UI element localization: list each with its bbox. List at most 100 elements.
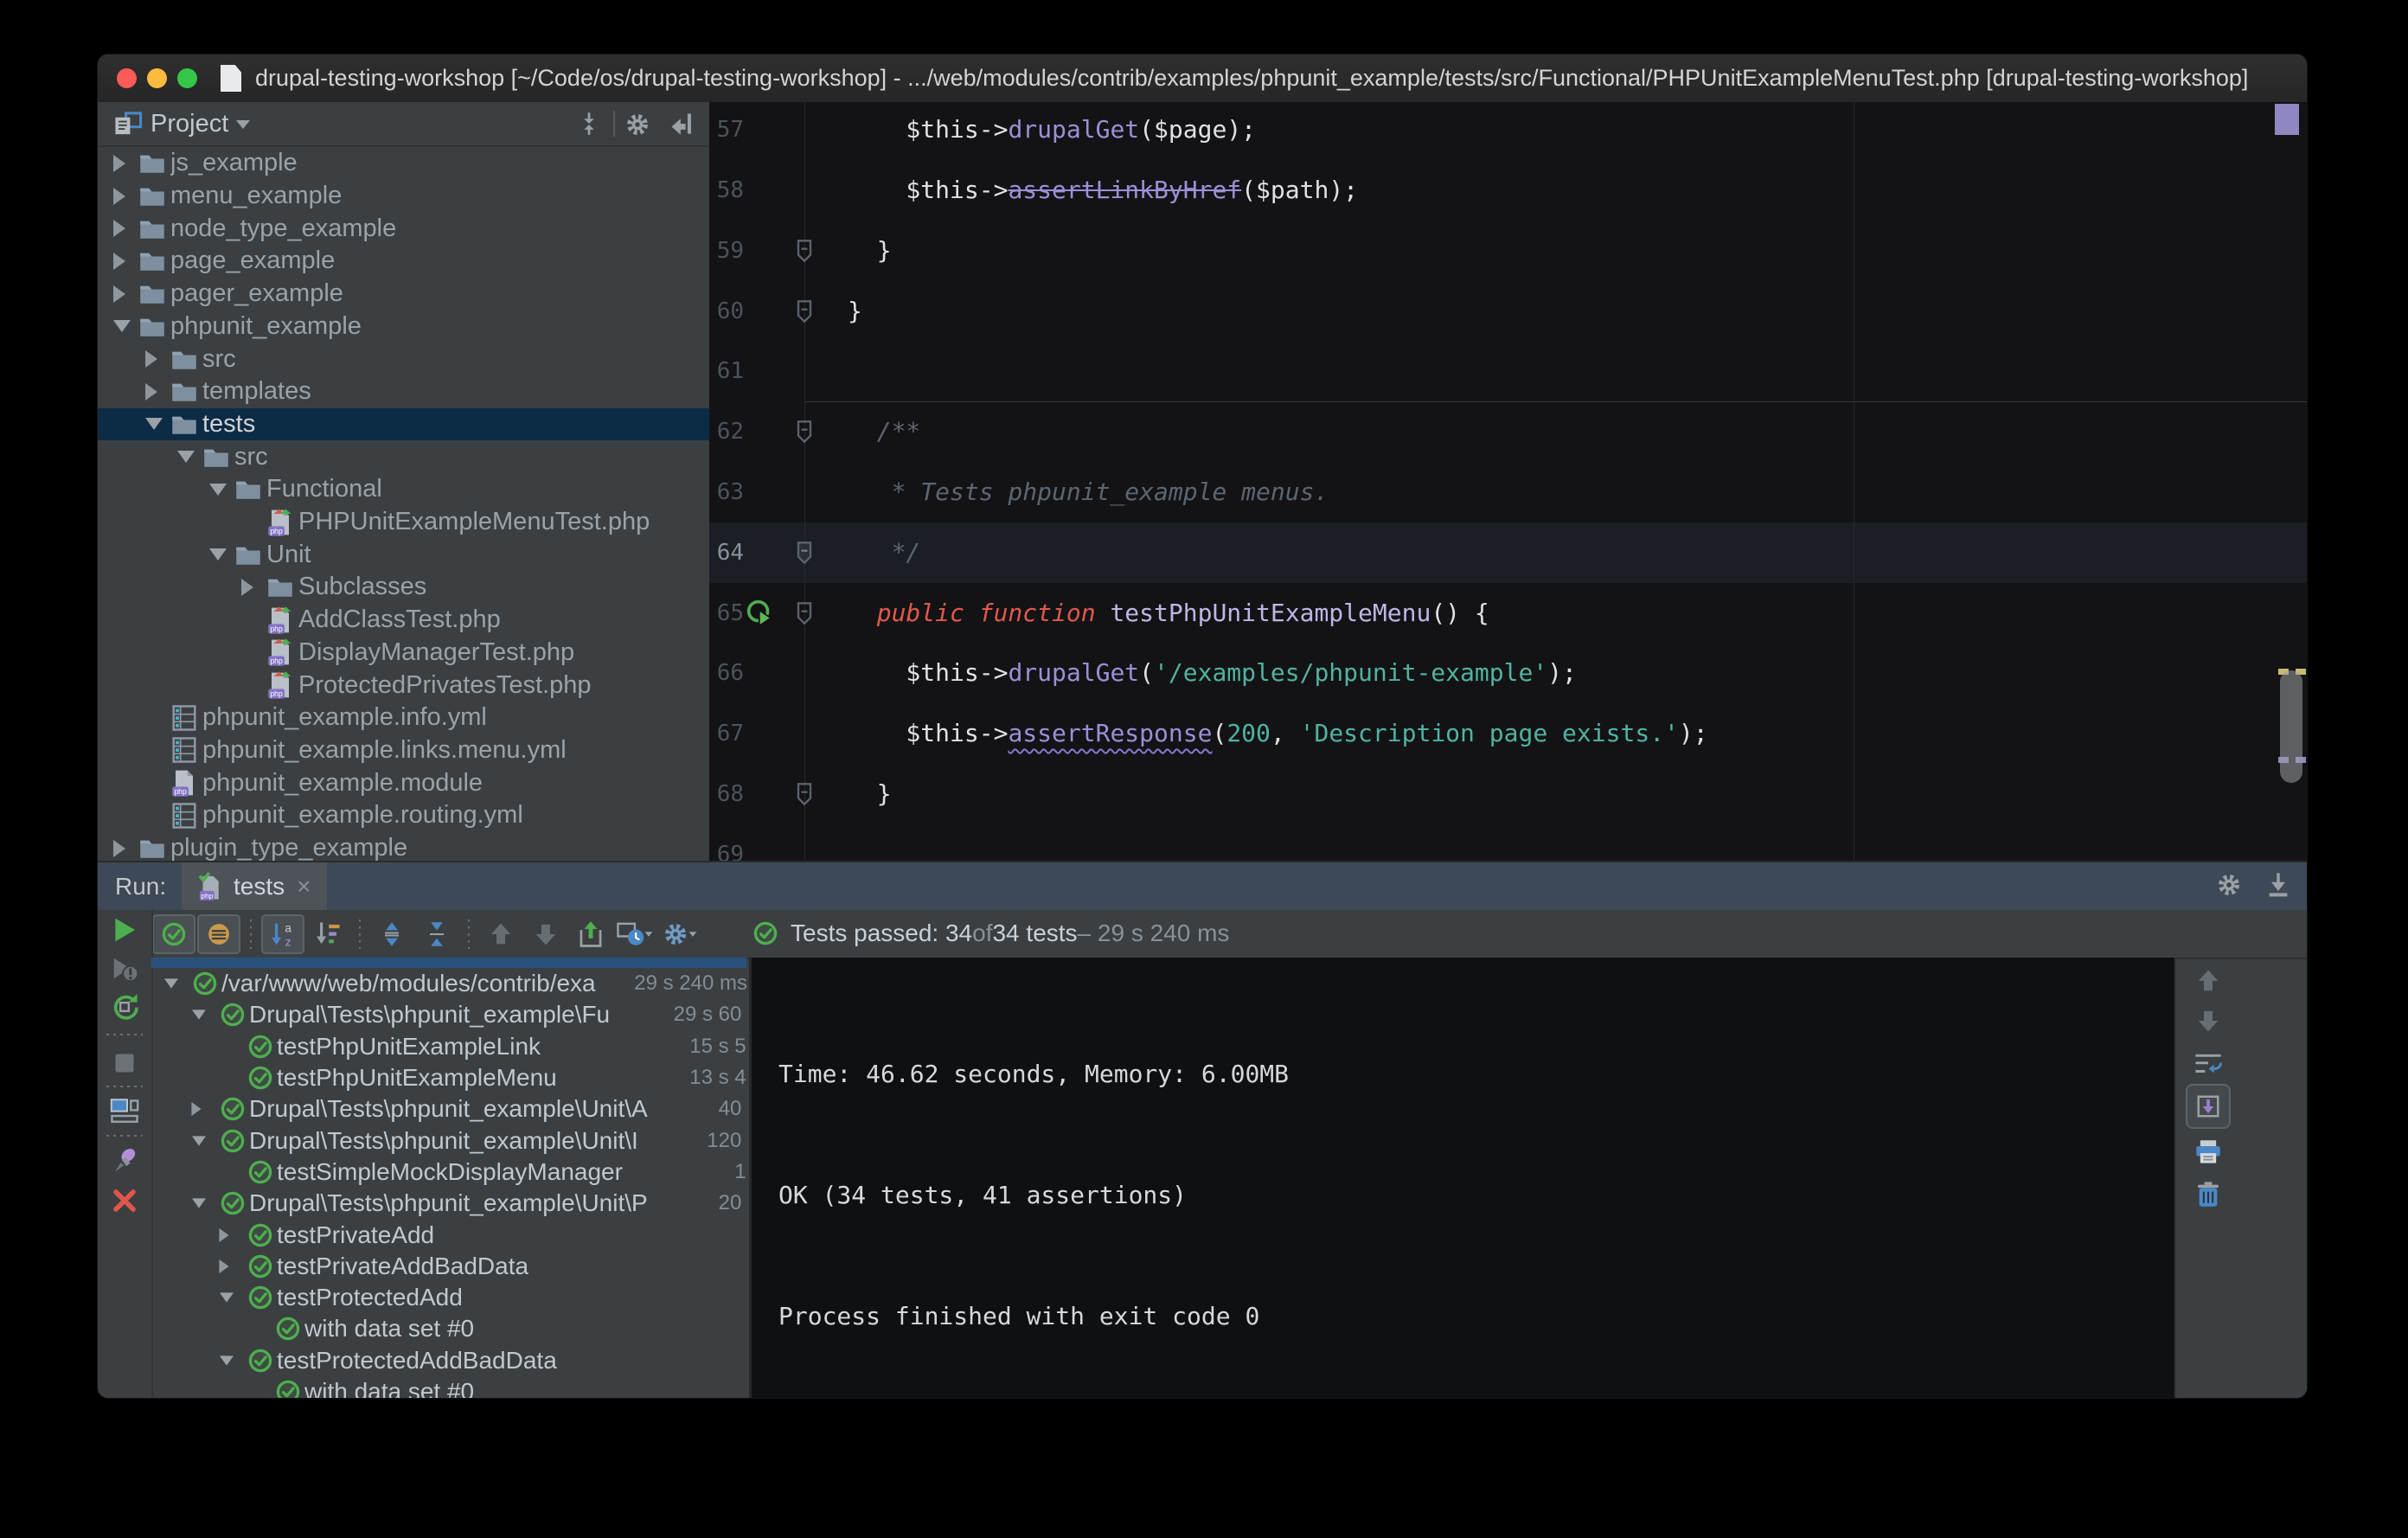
test-row-testPhpUnitExampleLink[interactable]: testPhpUnitExampleLink 15 s 570 ms <box>151 1031 746 1062</box>
close-icon[interactable] <box>112 1188 138 1214</box>
chevron-right-icon[interactable] <box>113 220 125 238</box>
chevron-right-icon[interactable] <box>241 578 253 596</box>
project-tree-item-AddClassTest.php[interactable]: php AddClassTest.php <box>98 604 709 637</box>
project-tree-item-src[interactable]: src <box>98 343 709 375</box>
code-line-57[interactable]: 57 $this->drupalGet($page); <box>709 102 2307 160</box>
chevron-down-icon[interactable] <box>220 1355 234 1366</box>
project-tree-item-templates[interactable]: templates <box>98 375 709 408</box>
scroll-up-icon[interactable] <box>2197 968 2219 994</box>
test-row-testProtectedAdd[interactable]: testProtectedAdd10 ms <box>151 1282 746 1313</box>
chevron-right-icon[interactable] <box>113 285 125 303</box>
restore-layout-icon[interactable] <box>110 1098 139 1124</box>
project-tree-item-DisplayManagerTest.php[interactable]: php DisplayManagerTest.php <box>98 637 709 670</box>
next-failed-test-button[interactable] <box>524 914 567 954</box>
gear-icon[interactable] <box>2215 871 2243 899</box>
stop-icon[interactable] <box>112 1051 137 1075</box>
minimize-window-button[interactable] <box>147 68 167 88</box>
project-tree-item-menu_example[interactable]: menu_example <box>98 180 709 213</box>
test-row--var-www-web-modules-contrib-exa[interactable]: /var/www/web/modules/contrib/exa 29 s 240… <box>151 968 746 999</box>
filter-passed-button[interactable] <box>152 913 195 954</box>
zoom-window-button[interactable] <box>177 68 197 88</box>
chevron-right-icon[interactable] <box>113 839 125 857</box>
chevron-right-icon[interactable] <box>113 252 125 270</box>
code-editor[interactable]: 57 $this->drupalGet($page); 58 $this->ass… <box>709 102 2307 861</box>
project-tree-item-phpunit_example.info.yml[interactable]: phpunit_example.info.yml <box>98 702 709 734</box>
hide-panel-icon[interactable] <box>669 111 695 137</box>
project-tree-item-Unit[interactable]: Unit <box>98 538 709 571</box>
chevron-down-icon[interactable] <box>145 418 163 431</box>
chevron-right-icon[interactable] <box>219 1259 229 1273</box>
fold-marker-icon[interactable] <box>795 239 814 263</box>
project-tree-item-node_type_example[interactable]: node_type_example <box>98 212 709 245</box>
console-output[interactable]: Time: 46.62 seconds, Memory: 6.00MB OK (3… <box>749 958 2176 1398</box>
sort-alphabetically-button[interactable]: az <box>261 913 304 954</box>
code-line-61[interactable]: 61 <box>709 341 2307 401</box>
project-tree-item-pager_example[interactable]: pager_example <box>98 278 709 311</box>
project-tree-item-Subclasses[interactable]: Subclasses <box>98 571 709 604</box>
project-tree-item-src[interactable]: src <box>98 440 709 473</box>
filter-ignored-button[interactable] <box>197 913 240 954</box>
chevron-right-icon[interactable] <box>113 154 125 172</box>
collapse-all-icon[interactable] <box>576 111 602 137</box>
project-tree-item-tests[interactable]: tests <box>98 407 709 441</box>
project-tree-item-plugin_type_example[interactable]: plugin_type_example <box>98 832 709 861</box>
inspection-status-square[interactable] <box>2275 104 2299 135</box>
chevron-down-icon[interactable] <box>164 978 178 989</box>
test-row-with-data-set-#0[interactable]: with data set #010 ms <box>151 1313 746 1344</box>
scrollbar-thumb[interactable] <box>2280 670 2302 783</box>
test-row-testPrivateAdd[interactable]: testPrivateAdd10 ms <box>151 1219 746 1250</box>
run-test-gutter-icon[interactable] <box>746 599 775 628</box>
chevron-down-icon[interactable] <box>209 548 227 561</box>
chevron-right-icon[interactable] <box>145 350 157 368</box>
chevron-down-icon[interactable] <box>192 1198 206 1208</box>
collapse-all-button[interactable] <box>415 914 458 954</box>
project-tree-item-phpunit_example.links.menu.yml[interactable]: phpunit_example.links.menu.yml <box>98 734 709 767</box>
rerun-icon[interactable] <box>112 916 138 944</box>
chevron-down-icon[interactable] <box>209 483 227 496</box>
test-row-Drupal-Tests-phpunit-example-Unit-I[interactable]: Drupal\Tests\phpunit_example\Unit\I 120 m… <box>151 1125 746 1157</box>
title-bar[interactable]: drupal-testing-workshop [~/Code/os/drupa… <box>98 54 2307 103</box>
fold-marker-icon[interactable] <box>795 420 814 444</box>
chevron-down-icon[interactable] <box>192 1136 206 1146</box>
previous-failed-test-button[interactable] <box>479 914 522 954</box>
project-tree-item-js_example[interactable]: js_example <box>98 147 709 180</box>
scroll-down-icon[interactable] <box>2197 1008 2219 1034</box>
test-row-testSimpleMockDisplayManager[interactable]: testSimpleMockDisplayManager 120 ms <box>151 1157 746 1188</box>
project-tree-item-PHPUnitExampleMenuTest.php[interactable]: php PHPUnitExampleMenuTest.php <box>98 506 709 539</box>
chevron-down-icon[interactable] <box>113 320 131 333</box>
test-row-testPhpUnitExampleMenu[interactable]: testPhpUnitExampleMenu 13 s 490 ms <box>151 1062 746 1093</box>
test-row-testProtectedAddBadData[interactable]: testProtectedAddBadData0 ms <box>151 1345 746 1376</box>
project-panel-title[interactable]: Project <box>150 102 228 145</box>
project-tree-item-phpunit_example[interactable]: phpunit_example <box>98 311 709 343</box>
project-tree-item-page_example[interactable]: page_example <box>98 245 709 278</box>
chevron-down-icon[interactable] <box>192 1009 206 1021</box>
chevron-down-icon[interactable] <box>177 451 195 464</box>
sort-by-duration-button[interactable] <box>306 914 349 954</box>
code-line-64[interactable]: 64 */ <box>709 522 2307 583</box>
chevron-right-icon[interactable] <box>191 1102 202 1117</box>
code-line-65[interactable]: 65 public function testPhpUnitExampleMen… <box>709 583 2307 644</box>
code-line-69[interactable]: 69 <box>709 824 2307 861</box>
import-test-results-button[interactable] <box>569 914 612 954</box>
code-line-59[interactable]: 59 } <box>709 221 2307 281</box>
close-tab-icon[interactable]: × <box>297 873 311 900</box>
test-history-button[interactable] <box>614 914 657 954</box>
hide-panel-down-icon[interactable] <box>2265 871 2291 899</box>
rerun-failed-icon[interactable] <box>111 955 138 983</box>
auto-test-icon[interactable] <box>110 992 139 1022</box>
project-tree-item-phpunit_example.module[interactable]: php phpunit_example.module <box>98 766 709 799</box>
code-line-67[interactable]: 67 $this->assertResponse(200, 'Descripti… <box>709 703 2307 764</box>
fold-marker-filled-icon[interactable] <box>795 541 814 565</box>
chevron-down-icon[interactable] <box>220 1292 234 1303</box>
expand-all-button[interactable] <box>370 914 413 954</box>
editor-scrollbar[interactable] <box>2275 102 2306 861</box>
fold-marker-icon[interactable] <box>795 299 814 324</box>
test-row-Drupal-Tests-phpunit-example-Fu[interactable]: Drupal\Tests\phpunit_example\Fu 29 s 60 m… <box>151 999 746 1030</box>
tab-tests[interactable]: php tests × <box>182 862 327 910</box>
test-row-testPrivateAddBadData[interactable]: testPrivateAddBadData0 ms <box>151 1251 746 1282</box>
soft-wrap-icon[interactable] <box>2193 1051 2223 1077</box>
code-line-58[interactable]: 58 $this->assertLinkByHref($path); <box>709 160 2307 221</box>
fold-marker-icon[interactable] <box>795 782 814 806</box>
selected-row-partial[interactable] <box>151 958 746 968</box>
chevron-right-icon[interactable] <box>113 187 125 205</box>
